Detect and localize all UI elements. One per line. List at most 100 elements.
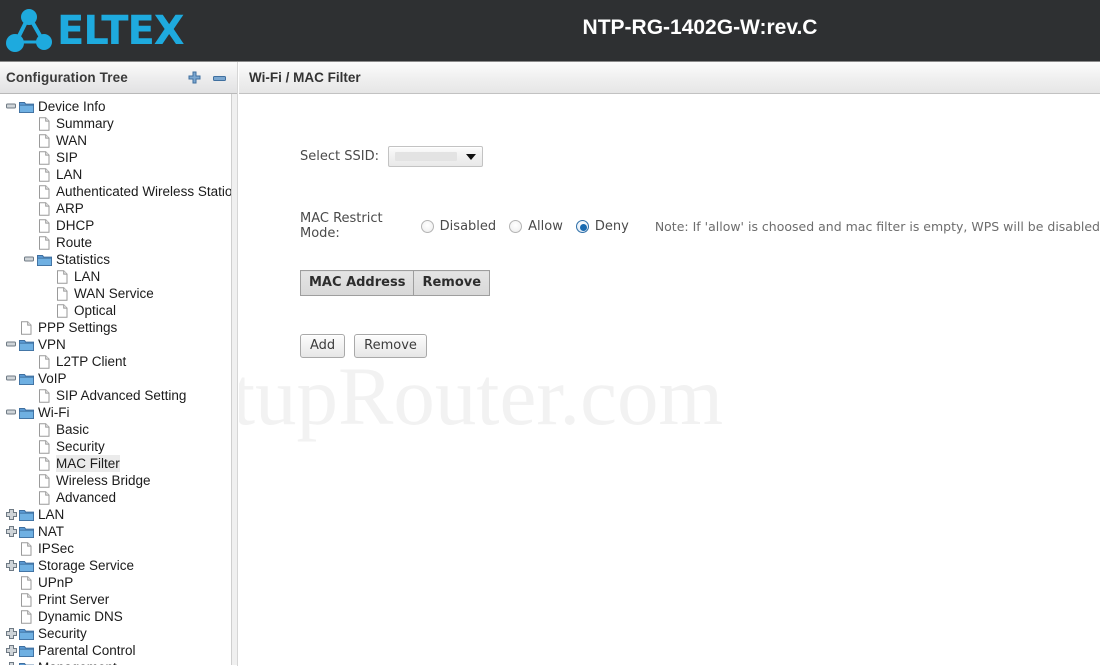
tree-expander[interactable] [6,526,17,537]
page-icon [57,269,68,284]
sidebar-header: Configuration Tree [0,62,237,94]
tree-item-lan[interactable]: LAN [0,166,237,183]
remove-button[interactable]: Remove [354,334,427,358]
ssid-select[interactable] [387,146,483,167]
tree-expander[interactable] [6,373,17,384]
tree-item-lan[interactable]: LAN [0,268,237,285]
tree-item-management[interactable]: Management [0,659,237,665]
tree-item-summary[interactable]: Summary [0,115,237,132]
tree-expander[interactable] [6,560,17,571]
tree-expander[interactable] [6,101,17,112]
page-icon [37,456,52,471]
radio-disabled[interactable] [420,219,434,233]
tree-item-security[interactable]: Security [0,625,237,642]
radio-option-disabled[interactable]: Disabled [420,219,496,234]
tree-item-wireless-bridge[interactable]: Wireless Bridge [0,472,237,489]
tree-item-label: Statistics [56,252,111,267]
page-icon [55,286,70,301]
tree-expander[interactable] [6,662,17,665]
collapse-toggle-icon[interactable] [6,339,17,350]
tree-item-voip[interactable]: VoIP [0,370,237,387]
expand-toggle-icon[interactable] [6,560,17,571]
expand-toggle-icon[interactable] [6,628,17,639]
app-header: ELTEX NTP-RG-1402G-W:rev.C [0,0,1100,62]
tree-expander[interactable] [6,339,17,350]
tree-item-dhcp[interactable]: DHCP [0,217,237,234]
tree-item-mac-filter[interactable]: MAC Filter [0,455,237,472]
plus-icon[interactable] [187,71,202,86]
expand-toggle-icon[interactable] [6,645,17,656]
folder-icon [19,407,34,419]
mac-restrict-mode-options[interactable]: Disabled Allow Deny [420,219,642,234]
tree-item-label: Summary [56,116,114,131]
tree-item-label: VoIP [38,371,67,386]
radio-deny[interactable] [575,219,589,233]
radio-option-allow[interactable]: Allow [509,219,563,234]
configuration-tree[interactable]: Device Info Summary WAN SIP LAN Authenticated… [0,94,237,665]
tree-item-wi-fi[interactable]: Wi-Fi [0,404,237,421]
tree-item-sip[interactable]: SIP [0,149,237,166]
radio-allow[interactable] [509,219,523,233]
tree-item-vpn[interactable]: VPN [0,336,237,353]
collapse-toggle-icon[interactable] [24,254,35,265]
tree-expander[interactable] [6,628,17,639]
tree-item-ipsec[interactable]: IPSec [0,540,237,557]
tree-item-label: Dynamic DNS [38,609,123,624]
tree-expander[interactable] [6,645,17,656]
expand-toggle-icon[interactable] [6,526,17,537]
expand-toggle-icon[interactable] [6,662,17,665]
radio-option-deny[interactable]: Deny [575,219,629,234]
collapse-toggle-icon[interactable] [6,407,17,418]
tree-item-nat[interactable]: NAT [0,523,237,540]
minus-icon[interactable] [212,71,227,86]
tree-item-upnp[interactable]: UPnP [0,574,237,591]
ssid-selected-value [394,152,457,161]
tree-expander[interactable] [6,509,17,520]
tree-item-arp[interactable]: ARP [0,200,237,217]
folder-icon [19,101,34,113]
page-icon [37,422,52,437]
tree-item-optical[interactable]: Optical [0,302,237,319]
page-icon [55,303,70,318]
content-panel: Wi-Fi / MAC Filter SetupRouter.com Selec… [239,62,1100,666]
tree-item-lan[interactable]: LAN [0,506,237,523]
tree-item-parental-control[interactable]: Parental Control [0,642,237,659]
tree-item-label: Storage Service [38,558,135,573]
page-icon [39,218,50,233]
tree-expander[interactable] [24,254,35,265]
tree-item-route[interactable]: Route [0,234,237,251]
mac-restrict-mode-label: MAC Restrict Mode: [300,211,383,241]
tree-item-print-server[interactable]: Print Server [0,591,237,608]
collapse-toggle-icon[interactable] [6,373,17,384]
tree-item-statistics[interactable]: Statistics [0,251,237,268]
breadcrumb-bar: Wi-Fi / MAC Filter [239,62,1100,94]
tree-item-security[interactable]: Security [0,438,237,455]
page-icon [39,235,50,250]
folder-icon [19,560,34,572]
tree-item-wan-service[interactable]: WAN Service [0,285,237,302]
tree-item-device-info[interactable]: Device Info [0,98,237,115]
add-button[interactable]: Add [300,334,346,358]
tree-item-l2tp-client[interactable]: L2TP Client [0,353,237,370]
tree-expander[interactable] [6,407,17,418]
page-icon [39,201,50,216]
collapse-toggle-icon[interactable] [6,101,17,112]
chevron-down-icon [465,154,476,160]
tree-item-authenticated-wireless-station[interactable]: Authenticated Wireless Station [0,183,237,200]
tree-item-basic[interactable]: Basic [0,421,237,438]
page-icon [39,150,50,165]
tree-item-ppp-settings[interactable]: PPP Settings [0,319,237,336]
tree-item-sip-advanced-setting[interactable]: SIP Advanced Setting [0,387,237,404]
page-icon [21,609,32,624]
expand-toggle-icon[interactable] [6,509,17,520]
folder-icon [19,509,34,521]
tree-item-label: Wi-Fi [38,405,70,420]
tree-item-label: IPSec [38,541,75,556]
tree-item-advanced[interactable]: Advanced [0,489,237,506]
tree-item-wan[interactable]: WAN [0,132,237,149]
page-icon [39,490,50,505]
tree-item-storage-service[interactable]: Storage Service [0,557,237,574]
tree-item-dynamic-dns[interactable]: Dynamic DNS [0,608,237,625]
sidebar-scrollbar[interactable] [231,94,237,665]
page-icon [37,218,52,233]
